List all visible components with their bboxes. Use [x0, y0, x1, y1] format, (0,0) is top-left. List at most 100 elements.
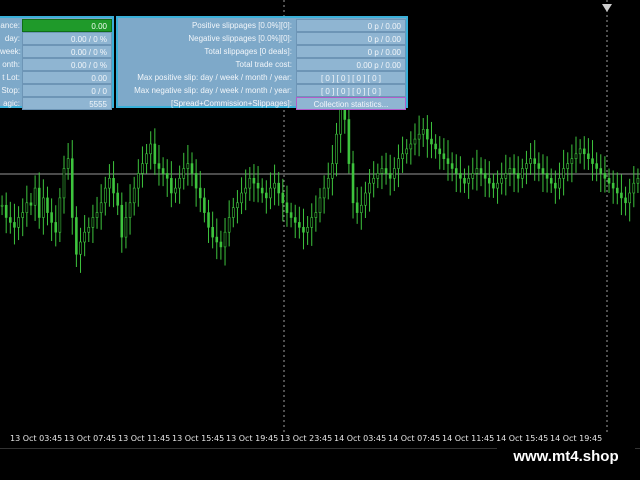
watermark: www.mt4.shop	[497, 444, 635, 470]
candle	[174, 178, 177, 203]
collection-statistics-button[interactable]: Collection statistics...	[296, 97, 406, 110]
account-label-5: Stop:	[1, 86, 20, 95]
candle	[397, 144, 400, 188]
candle	[463, 168, 466, 193]
candle	[636, 168, 640, 193]
candle	[380, 155, 384, 190]
candle	[277, 171, 281, 206]
candle	[240, 177, 243, 215]
candle	[471, 157, 475, 190]
candle	[17, 206, 20, 241]
slippage-value-3: 0.00 p / 0.00	[296, 58, 406, 71]
candle	[182, 152, 186, 190]
candle	[582, 136, 586, 170]
candle	[405, 139, 409, 164]
candle	[310, 203, 314, 246]
candle	[570, 144, 574, 183]
candle	[628, 178, 631, 222]
candle	[607, 168, 611, 193]
candle	[256, 166, 260, 203]
slippage-value-2: 0 p / 0.00	[296, 45, 406, 58]
candle	[611, 170, 615, 204]
candle	[190, 152, 194, 187]
candle	[252, 164, 256, 202]
candle	[504, 154, 508, 196]
candle	[467, 165, 470, 199]
candle	[203, 188, 206, 223]
candle	[50, 198, 53, 242]
candle	[475, 149, 479, 191]
candle	[260, 178, 264, 203]
candle	[25, 185, 29, 227]
slippage-label-1: Negative slippages [0.0%][0]:	[188, 34, 292, 43]
candle	[227, 200, 231, 247]
candle	[549, 168, 553, 193]
candle	[149, 131, 153, 170]
account-value-5: 0 / 0	[22, 84, 112, 97]
candle	[215, 218, 219, 260]
candle	[0, 195, 4, 216]
candle	[124, 201, 128, 249]
candle	[525, 150, 528, 185]
time-tick-label: 14 Oct 15:45	[496, 434, 549, 443]
candle	[153, 128, 157, 175]
candle	[306, 216, 309, 245]
candle	[62, 155, 66, 214]
candle	[318, 188, 322, 223]
candle	[79, 227, 82, 273]
candle	[479, 157, 483, 187]
time-tick-label: 13 Oct 19:45	[226, 434, 279, 443]
candle	[446, 140, 450, 181]
candle	[615, 172, 619, 205]
chart-shift-icon[interactable]	[602, 4, 612, 12]
time-tick-label: 13 Oct 03:45	[10, 434, 63, 443]
candle	[554, 170, 557, 204]
candle	[322, 175, 326, 214]
candle	[533, 140, 537, 181]
candle	[426, 115, 429, 158]
candle	[624, 186, 627, 216]
candle	[95, 196, 99, 229]
time-tick-label: 13 Oct 07:45	[64, 434, 117, 443]
time-tick-label: 14 Oct 11:45	[442, 434, 495, 443]
candle	[393, 157, 396, 192]
candle	[211, 211, 214, 249]
candle	[620, 174, 623, 216]
candle	[508, 157, 512, 187]
candle	[599, 154, 603, 193]
candle	[401, 136, 404, 173]
account-label-3: onth:	[2, 60, 20, 69]
candle	[281, 178, 285, 222]
candle	[231, 197, 235, 228]
candle	[364, 181, 367, 218]
candle	[595, 152, 598, 182]
candle	[566, 152, 570, 182]
candle	[442, 138, 446, 170]
candle	[29, 193, 33, 216]
candle	[302, 208, 305, 250]
account-label-4: t Lot:	[2, 73, 20, 82]
candle	[562, 149, 565, 196]
candle	[512, 154, 516, 193]
candle	[108, 164, 111, 207]
candle	[70, 140, 74, 235]
candle	[496, 170, 499, 204]
candle	[388, 154, 392, 196]
candle	[574, 136, 578, 173]
candle	[285, 185, 289, 227]
slippage-panel: Positive slippages [0.0%][0]: 0 p / 0.00 N…	[116, 16, 408, 110]
slippage-label-6: [Spread+Commission+Slippages]:	[171, 99, 292, 108]
candle	[165, 159, 169, 197]
candle	[487, 161, 491, 198]
account-label-1: day:	[4, 34, 20, 43]
candle	[186, 144, 190, 186]
candle	[42, 179, 45, 235]
candle	[273, 164, 276, 206]
candle	[265, 180, 268, 214]
candle	[4, 192, 8, 234]
candle	[529, 143, 532, 175]
candle	[521, 158, 524, 189]
slippage-label-0: Positive slippages [0.0%][0]:	[191, 21, 292, 30]
candle	[578, 139, 582, 164]
candle	[178, 165, 181, 204]
